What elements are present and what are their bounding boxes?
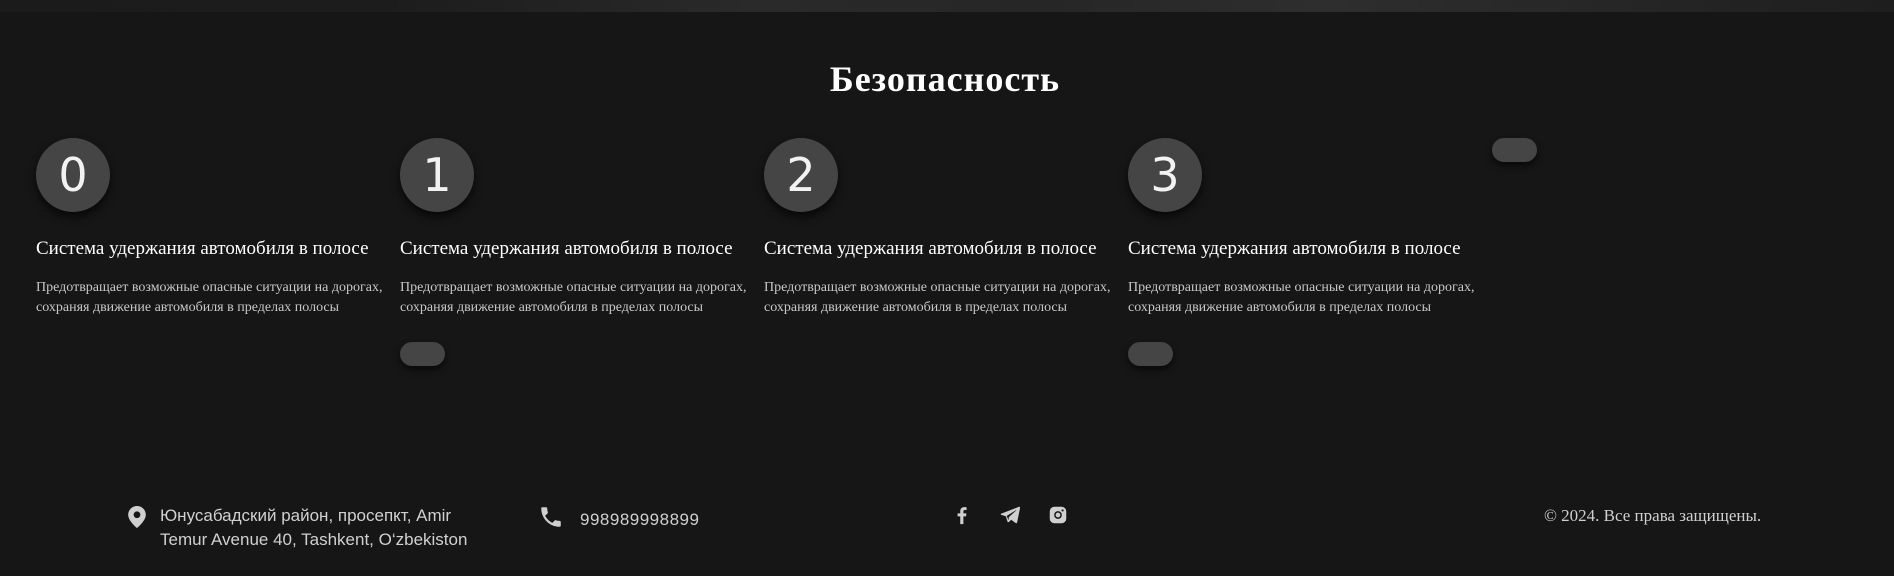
feature-number-badge: 2: [764, 138, 838, 212]
hero-image-bottom-edge: [0, 0, 1894, 12]
empty-pill-button[interactable]: [1492, 138, 1537, 162]
feature-title: Система удержания автомобиля в полосе: [764, 238, 1097, 259]
feature-number-badge: 1: [400, 138, 474, 212]
instagram-icon: [1047, 504, 1069, 531]
footer-address: Юнусабадский район, просепкт, Amir Temur…: [128, 504, 490, 552]
address-text: Юнусабадский район, просепкт, Amir Temur…: [160, 506, 468, 549]
facebook-icon: [951, 504, 973, 531]
feature-description: Предотвращает возможные опасные ситуации…: [764, 280, 1111, 315]
facebook-link[interactable]: [949, 504, 975, 530]
instagram-link[interactable]: [1045, 504, 1071, 530]
phone-icon: [538, 504, 564, 535]
phone-link[interactable]: 998989998899: [538, 504, 699, 535]
feature-number-badge: 3: [1128, 138, 1202, 212]
phone-number: 998989998899: [580, 509, 700, 529]
telegram-link[interactable]: [997, 504, 1023, 530]
feature-title: Система удержания автомобиля в полосе: [1128, 238, 1461, 259]
feature-title: Система удержания автомобиля в полосе: [400, 238, 733, 259]
feature-number-badge: 0: [36, 138, 110, 212]
feature-card: 3 Система удержания автомобиля в полосе …: [1128, 138, 1490, 366]
telegram-icon: [999, 504, 1021, 531]
feature-description: Предотвращает возможные опасные ситуации…: [400, 280, 747, 315]
feature-card: 0 Система удержания автомобиля в полосе …: [36, 138, 398, 315]
feature-more-button[interactable]: [400, 342, 445, 366]
copyright-text: © 2024. Все права защищены.: [1544, 506, 1762, 525]
location-pin-icon: [128, 504, 146, 533]
feature-more-button[interactable]: [1128, 342, 1173, 366]
feature-description: Предотвращает возможные опасные ситуации…: [36, 280, 383, 315]
feature-card: 2 Система удержания автомобиля в полосе …: [764, 138, 1126, 315]
section-title: Безопасность: [829, 59, 1061, 99]
feature-title: Система удержания автомобиля в полосе: [36, 238, 369, 259]
feature-description: Предотвращает возможные опасные ситуации…: [1128, 280, 1475, 315]
feature-card: 1 Система удержания автомобиля в полосе …: [400, 138, 762, 366]
